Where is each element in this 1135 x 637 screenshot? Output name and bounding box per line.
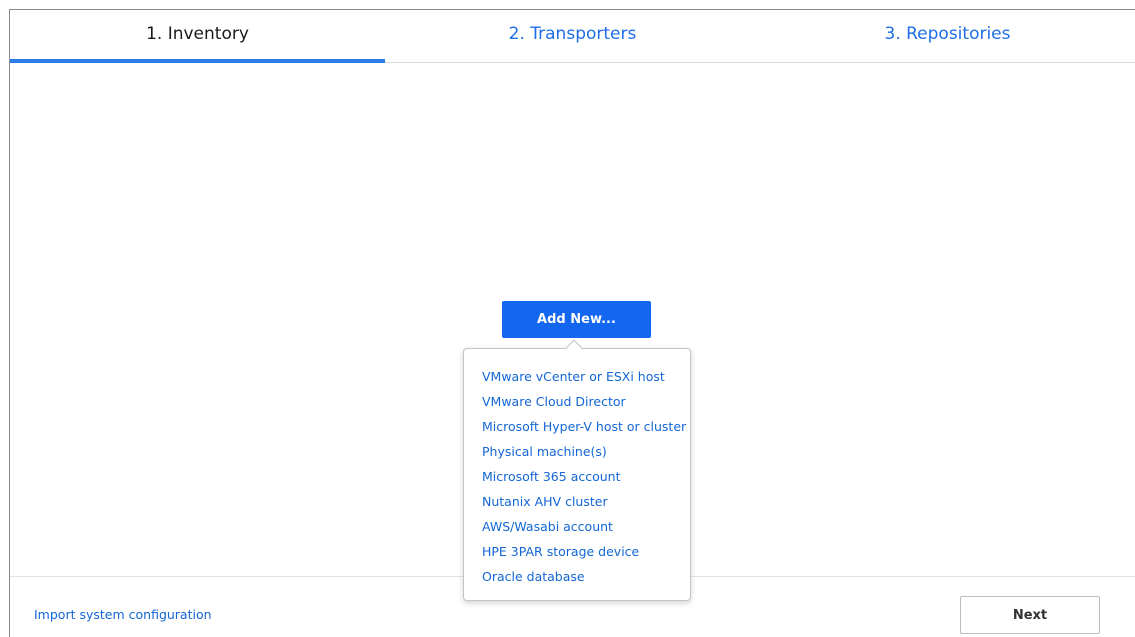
menu-item-vmware-cloud-director[interactable]: VMware Cloud Director	[464, 389, 690, 414]
add-new-button[interactable]: Add New...	[502, 301, 651, 338]
tab-inventory[interactable]: 1. Inventory	[10, 10, 385, 63]
menu-item-hyper-v[interactable]: Microsoft Hyper-V host or cluster	[464, 414, 690, 439]
tab-transporters-label: 2. Transporters	[508, 24, 637, 44]
tab-repositories[interactable]: 3. Repositories	[760, 10, 1135, 62]
wizard-frame: 1. Inventory 2. Transporters 3. Reposito…	[9, 9, 1135, 637]
next-button[interactable]: Next	[960, 596, 1100, 634]
tab-transporters[interactable]: 2. Transporters	[385, 10, 760, 62]
menu-caret-icon	[565, 339, 583, 357]
menu-item-hpe-3par[interactable]: HPE 3PAR storage device	[464, 539, 690, 564]
menu-item-aws-wasabi[interactable]: AWS/Wasabi account	[464, 514, 690, 539]
wizard-steps: 1. Inventory 2. Transporters 3. Reposito…	[10, 10, 1135, 63]
add-new-dropdown-menu: VMware vCenter or ESXi host VMware Cloud…	[463, 339, 691, 601]
menu-item-nutanix-ahv[interactable]: Nutanix AHV cluster	[464, 489, 690, 514]
import-system-configuration-link[interactable]: Import system configuration	[34, 607, 212, 622]
menu-item-physical-machine[interactable]: Physical machine(s)	[464, 439, 690, 464]
tab-repositories-label: 3. Repositories	[884, 24, 1011, 44]
menu-item-microsoft-365[interactable]: Microsoft 365 account	[464, 464, 690, 489]
menu-item-oracle-database[interactable]: Oracle database	[464, 564, 690, 589]
menu-item-vmware-vcenter[interactable]: VMware vCenter or ESXi host	[464, 364, 690, 389]
tab-inventory-label: 1. Inventory	[146, 24, 249, 44]
